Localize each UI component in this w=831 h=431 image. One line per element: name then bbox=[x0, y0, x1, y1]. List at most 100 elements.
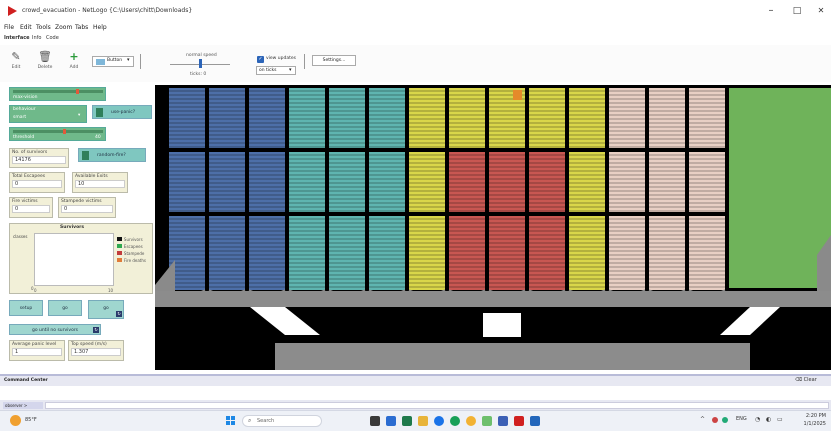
language-indicator[interactable]: ENG bbox=[736, 416, 747, 422]
legend-label: Fire deaths bbox=[123, 258, 146, 263]
monitor-label: Average panic level bbox=[12, 342, 57, 347]
command-center-title: Command Center bbox=[4, 378, 48, 383]
netlogo-logo-icon bbox=[8, 6, 17, 16]
go-button[interactable]: go bbox=[48, 300, 82, 316]
maximize-button[interactable]: □ bbox=[789, 4, 805, 18]
plot-area bbox=[34, 233, 114, 286]
chrome-icon[interactable] bbox=[466, 416, 476, 426]
tray-chevron-icon[interactable]: ^ bbox=[700, 416, 705, 423]
tray-app-icon[interactable] bbox=[712, 417, 718, 423]
update-mode-value: on ticks bbox=[259, 68, 277, 73]
tab-interface[interactable]: Interface bbox=[4, 33, 30, 44]
monitor-value: 0 bbox=[12, 205, 50, 213]
ticks-counter: ticks: 0 bbox=[190, 72, 207, 77]
volume-icon[interactable]: ◐ bbox=[766, 416, 771, 423]
monitor-value: 0 bbox=[12, 180, 62, 188]
legend-swatch bbox=[117, 251, 122, 255]
observer-selector[interactable]: observer > bbox=[3, 402, 43, 409]
behaviour-chooser[interactable]: behaviour smart ▾ bbox=[9, 105, 87, 123]
menu-edit[interactable]: Edit bbox=[20, 22, 32, 33]
task-view-icon[interactable] bbox=[370, 416, 380, 426]
update-mode-select[interactable]: on ticks ▾ bbox=[256, 66, 296, 75]
speed-label: normal speed bbox=[186, 53, 217, 58]
windows-start-icon[interactable] bbox=[226, 416, 236, 426]
wifi-icon[interactable]: ◔ bbox=[755, 416, 760, 423]
app-icon[interactable] bbox=[386, 416, 396, 426]
tray-app-icon[interactable] bbox=[722, 417, 728, 423]
monitor-label: Total Escapees bbox=[12, 174, 46, 179]
monitor-label: Fire victims bbox=[12, 199, 38, 204]
clear-button[interactable]: ⌫ Clear bbox=[795, 377, 817, 383]
edit-label: Edit bbox=[11, 65, 21, 70]
go-forever-label: go bbox=[103, 306, 109, 311]
monitor-label: No. of survivors bbox=[12, 150, 48, 155]
legend-item: Stampede bbox=[117, 250, 146, 257]
app-icon[interactable] bbox=[450, 416, 460, 426]
broom-icon: ⌫ bbox=[795, 377, 803, 383]
close-button[interactable]: ✕ bbox=[813, 4, 829, 18]
minimize-button[interactable]: – bbox=[763, 4, 779, 18]
battery-icon[interactable]: ▭ bbox=[777, 416, 783, 423]
slider-label: threshold bbox=[13, 135, 35, 140]
monitor-value: 1 bbox=[12, 348, 62, 356]
command-input[interactable] bbox=[45, 402, 829, 409]
slider-label: max-vision bbox=[13, 95, 38, 100]
clear-label: Clear bbox=[803, 377, 817, 383]
go-until-no-survivors-button[interactable]: go until no survivors ↻ bbox=[9, 324, 101, 335]
menu-zoom[interactable]: Zoom bbox=[55, 22, 72, 33]
view-updates-label: view updates bbox=[266, 56, 296, 61]
legend-label: Stampede bbox=[123, 251, 145, 256]
menu-tools[interactable]: Tools bbox=[36, 22, 51, 33]
settings-button[interactable]: Settings... bbox=[312, 55, 356, 66]
use-panic-switch[interactable]: use-panic? bbox=[92, 105, 152, 119]
netlogo-taskbar-icon[interactable] bbox=[514, 416, 524, 426]
monitor-value: 0 bbox=[61, 205, 113, 213]
app-icon[interactable] bbox=[482, 416, 492, 426]
trash-icon: 🗑 bbox=[38, 50, 52, 63]
menu-file[interactable]: File bbox=[4, 22, 14, 33]
go-forever-button[interactable]: go ↻ bbox=[88, 300, 124, 319]
plot-y-label: classes bbox=[13, 234, 28, 239]
setup-button[interactable]: setup bbox=[9, 300, 43, 316]
speed-slider-handle[interactable] bbox=[199, 59, 202, 68]
widget-type-select[interactable]: Button ▾ bbox=[92, 56, 134, 67]
app-icon[interactable] bbox=[402, 416, 412, 426]
command-output bbox=[0, 386, 831, 400]
add-button[interactable]: + Add bbox=[62, 49, 86, 77]
chevron-down-icon: ▾ bbox=[127, 57, 130, 63]
command-center: Command Center ⌫ Clear observer > bbox=[0, 374, 831, 412]
edit-button[interactable]: ✎ Edit bbox=[4, 49, 28, 77]
forever-icon: ↻ bbox=[93, 327, 99, 333]
legend-swatch bbox=[117, 258, 122, 262]
weather-text: 85°F bbox=[25, 417, 37, 423]
file-explorer-icon[interactable] bbox=[418, 416, 428, 426]
monitor-label: Available Exits bbox=[75, 174, 108, 179]
edge-icon[interactable] bbox=[434, 416, 444, 426]
app-icon[interactable] bbox=[530, 416, 540, 426]
world-view[interactable] bbox=[155, 85, 831, 370]
view-updates-checkbox[interactable]: ✓ bbox=[257, 56, 264, 63]
random-fire-switch[interactable]: random-fire? bbox=[78, 148, 146, 162]
delete-button[interactable]: 🗑 Delete bbox=[33, 49, 57, 77]
taskbar-search[interactable]: ⌕ Search bbox=[242, 415, 322, 427]
pencil-icon: ✎ bbox=[11, 50, 21, 63]
menu-bar: File Edit Tools Zoom Tabs Help bbox=[0, 22, 831, 33]
menu-tabs[interactable]: Tabs bbox=[75, 22, 88, 33]
total-escapees-monitor: Total Escapees 0 bbox=[9, 172, 65, 193]
slider-handle[interactable] bbox=[76, 89, 79, 94]
app-icon[interactable] bbox=[498, 416, 508, 426]
stampede-victims-monitor: Stampede victims 0 bbox=[58, 197, 116, 218]
tab-info[interactable]: Info bbox=[32, 33, 41, 44]
slider-handle[interactable] bbox=[62, 129, 66, 134]
tab-code[interactable]: Code bbox=[46, 33, 59, 44]
clock-date[interactable]: 1/1/2025 bbox=[792, 421, 826, 427]
max-vision-slider[interactable]: max-vision bbox=[9, 87, 106, 101]
search-icon: ⌕ bbox=[248, 417, 252, 424]
seating-area bbox=[168, 88, 831, 299]
threshold-slider[interactable]: threshold 40 bbox=[9, 127, 106, 141]
interface-workspace: max-vision behaviour smart ▾ use-panic? … bbox=[0, 82, 831, 374]
button-widget-icon bbox=[96, 59, 105, 65]
use-panic-label: use-panic? bbox=[111, 110, 136, 115]
clock-time[interactable]: 2:20 PM bbox=[792, 413, 826, 419]
menu-help[interactable]: Help bbox=[93, 22, 107, 33]
